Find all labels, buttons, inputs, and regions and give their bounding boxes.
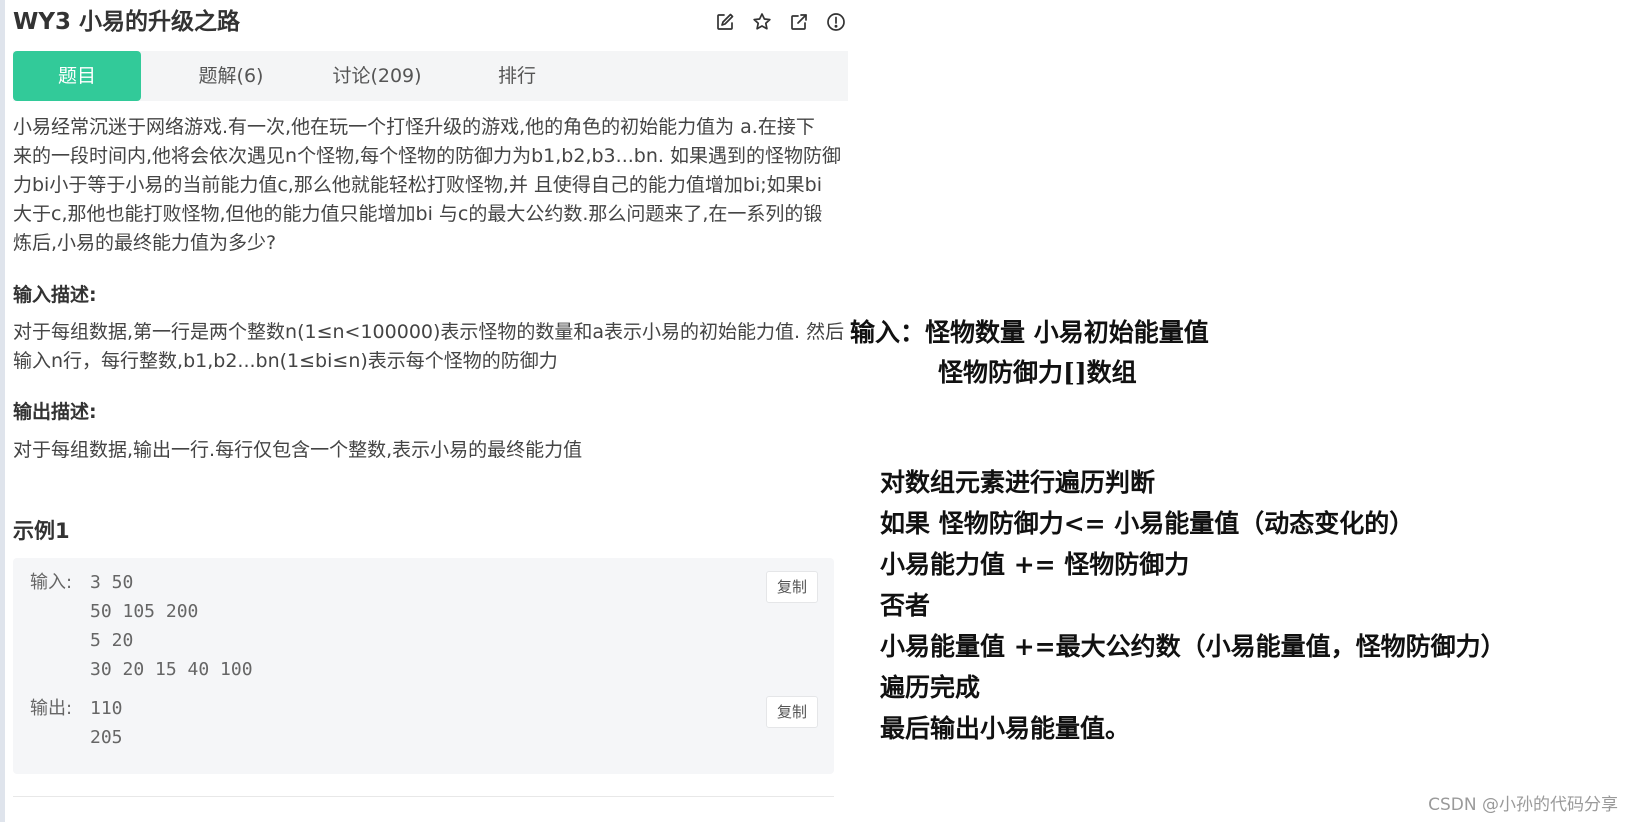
note-line: 遍历完成 xyxy=(880,673,981,702)
example-box: 输入: 3 50 50 105 200 5 20 30 20 15 40 100… xyxy=(13,558,834,774)
note-line: 否者 xyxy=(880,591,931,620)
problem-header: WY3 小易的升级之路 xyxy=(13,6,848,38)
note-line: 小易能力值 += 怪物防御力 xyxy=(880,550,1190,579)
problem-description: 小易经常沉迷于网络游戏.有一次,他在玩一个打怪升级的游戏,他的角色的初始能力值为… xyxy=(13,113,848,258)
description-line: 大于c,那他也能打败怪物,但他的能力值只能增加bi 与c的最大公约数.那么问题来… xyxy=(13,203,823,225)
divider xyxy=(13,796,834,797)
note-line: 输入：怪物数量 小易初始能量值 xyxy=(850,318,1209,347)
tab-discussion[interactable]: 讨论(209) xyxy=(313,51,441,101)
note-line: 如果 怪物防御力<= 小易能量值（动态变化的） xyxy=(880,509,1415,538)
report-icon[interactable] xyxy=(824,10,848,34)
description-line: 小易经常沉迷于网络游戏.有一次,他在玩一个打怪升级的游戏,他的角色的初始能力值为… xyxy=(13,116,815,138)
tab-problem[interactable]: 题目 xyxy=(13,51,141,101)
example-input: 3 50 50 105 200 5 20 30 20 15 40 100 xyxy=(90,568,253,684)
note-line: 怪物防御力[]数组 xyxy=(938,358,1137,387)
input-description-line: 输入n行，每行整数,b1,b2...bn(1≤bi≤n)表示每个怪物的防御力 xyxy=(13,350,558,372)
description-line: 炼后,小易的最终能力值为多少? xyxy=(13,232,277,254)
example-input-line: 5 20 xyxy=(90,630,134,651)
example-output-line: 110 xyxy=(90,698,123,719)
problem-title: WY3 小易的升级之路 xyxy=(13,9,241,35)
star-icon[interactable] xyxy=(750,10,774,34)
watermark: CSDN @小孙的代码分享 xyxy=(1428,795,1618,815)
copy-output-button[interactable]: 复制 xyxy=(766,696,818,728)
description-line: 力bi小于等于小易的当前能力值c,那么他就能轻松打败怪物,并 且使得自己的能力值… xyxy=(13,174,822,196)
example-input-line: 50 105 200 xyxy=(90,601,199,622)
example-output-line: 205 xyxy=(90,727,123,748)
example-input-line: 3 50 xyxy=(90,572,134,593)
note-line: 小易能量值 +=最大公约数（小易能量值，怪物防御力） xyxy=(880,632,1506,661)
example-output-label: 输出: xyxy=(30,698,73,719)
copy-input-button[interactable]: 复制 xyxy=(766,571,818,603)
note-line: 对数组元素进行遍历判断 xyxy=(880,468,1156,497)
description-line: 来的一段时间内,他将会依次遇见n个怪物,每个怪物的防御力为b1,b2,b3...… xyxy=(13,145,841,167)
example-title: 示例1 xyxy=(13,519,70,543)
problem-panel: WY3 小易的升级之路 题目 题解(6) 讨论(209) 排行 小易经常沉迷于网… xyxy=(5,0,851,822)
note-line: 最后输出小易能量值。 xyxy=(880,714,1131,743)
input-description-title: 输入描述: xyxy=(13,284,97,306)
output-description-title: 输出描述: xyxy=(13,401,97,423)
example-input-label: 输入: xyxy=(30,572,73,593)
example-output: 110 205 xyxy=(90,694,123,752)
tab-solutions[interactable]: 题解(6) xyxy=(167,51,295,101)
input-description-line: 对于每组数据,第一行是两个整数n(1≤n<100000)表示怪物的数量和a表示小… xyxy=(13,321,845,343)
tab-ranking[interactable]: 排行 xyxy=(453,51,581,101)
example-input-line: 30 20 15 40 100 xyxy=(90,659,253,680)
output-description: 对于每组数据,输出一行.每行仅包含一个整数,表示小易的最终能力值 xyxy=(13,439,583,461)
input-description: 对于每组数据,第一行是两个整数n(1≤n<100000)表示怪物的数量和a表示小… xyxy=(13,318,848,376)
edit-icon[interactable] xyxy=(713,10,737,34)
external-link-icon[interactable] xyxy=(787,10,811,34)
tab-bar: 题目 题解(6) 讨论(209) 排行 xyxy=(13,51,848,101)
header-actions xyxy=(713,10,848,34)
